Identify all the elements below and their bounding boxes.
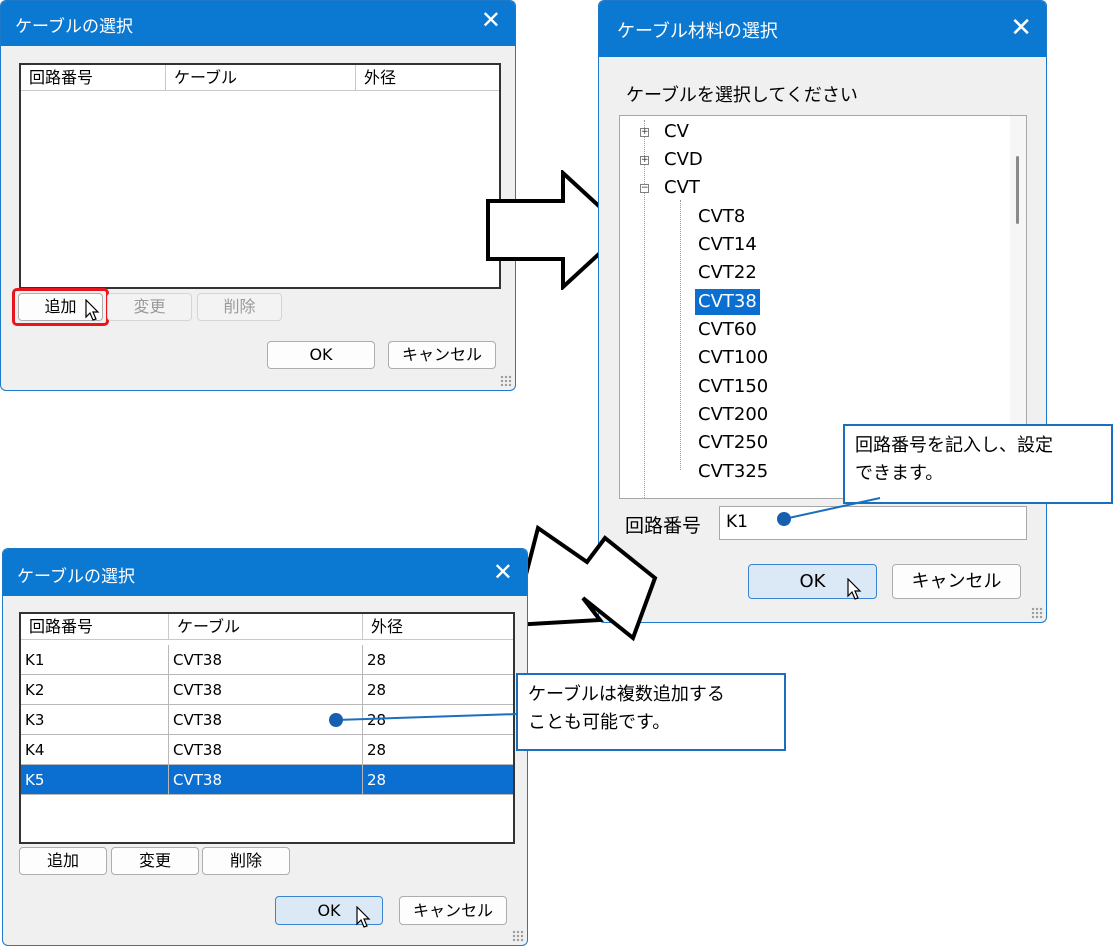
callout-line: ことも可能です。 xyxy=(528,712,671,733)
callout-line: 回路番号を記入し、設定 xyxy=(855,435,1053,456)
cell-diameter: 28 xyxy=(367,741,387,759)
tree-guide-line-children xyxy=(680,200,681,470)
tree-node-cvt250[interactable]: CVT250 xyxy=(698,430,768,456)
column-header-circuit[interactable]: 回路番号 xyxy=(21,614,169,640)
cell-cable: CVT38 xyxy=(169,675,363,705)
mouse-cursor-icon xyxy=(356,906,371,928)
cable-select-dialog-2: ケーブルの選択 ✕ 回路番号 ケーブル 外径 K1 CVT38 28 K2 CV… xyxy=(2,548,528,946)
scrollbar-thumb[interactable] xyxy=(1016,156,1019,224)
table-row[interactable]: K4 CVT38 28 xyxy=(21,735,513,765)
resize-grip[interactable] xyxy=(512,930,524,942)
cell-diameter: 28 xyxy=(367,771,387,789)
delete-button[interactable]: 削除 xyxy=(202,847,290,875)
dialog-title: ケーブル材料の選択 xyxy=(617,21,778,42)
cell-circuit: K3 xyxy=(21,705,169,735)
tree-node-cvt8[interactable]: CVT8 xyxy=(698,204,745,230)
add-button[interactable]: 追加 xyxy=(19,847,107,875)
cancel-button[interactable]: キャンセル xyxy=(388,341,496,369)
resize-grip[interactable] xyxy=(1031,607,1043,619)
tree-node-cvd[interactable]: CVD xyxy=(664,147,703,173)
close-icon[interactable]: ✕ xyxy=(1010,15,1032,41)
ok-button[interactable]: OK xyxy=(267,341,375,369)
mouse-cursor-icon xyxy=(847,578,862,600)
table-row-selected[interactable]: K5 CVT38 28 xyxy=(21,765,513,795)
tree-node-cvt14[interactable]: CVT14 xyxy=(698,232,757,258)
cell-circuit: K1 xyxy=(21,645,169,675)
cell-diameter: 28 xyxy=(367,681,387,699)
tree-node-cvt150[interactable]: CVT150 xyxy=(698,374,768,400)
tree-node-cvt200[interactable]: CVT200 xyxy=(698,402,768,428)
cell-circuit: K4 xyxy=(21,735,169,765)
cable-list[interactable]: 回路番号 ケーブル 外径 xyxy=(19,63,501,289)
column-header-circuit[interactable]: 回路番号 xyxy=(21,65,166,91)
column-header-diameter[interactable]: 外径 xyxy=(356,65,501,91)
cable-select-dialog-1: ケーブルの選択 ✕ 回路番号 ケーブル 外径 追加 変更 削除 OK キャンセル xyxy=(0,0,516,391)
callout-multiple-cables: ケーブルは複数追加する ことも可能です。 xyxy=(516,673,786,751)
table-row[interactable]: K1 CVT38 28 xyxy=(21,645,513,675)
dialog-title: ケーブルの選択 xyxy=(15,17,133,37)
title-bar: ケーブルの選択 ✕ xyxy=(1,1,515,46)
cell-circuit: K2 xyxy=(21,675,169,705)
title-bar: ケーブルの選択 ✕ xyxy=(3,549,527,596)
expand-icon[interactable]: + xyxy=(640,128,649,137)
tree-node-cvt22[interactable]: CVT22 xyxy=(698,260,757,286)
column-header-cable[interactable]: ケーブル xyxy=(166,65,356,91)
close-icon[interactable]: ✕ xyxy=(493,560,513,584)
change-button[interactable]: 変更 xyxy=(107,293,192,321)
cell-diameter: 28 xyxy=(367,651,387,669)
column-header-cable[interactable]: ケーブル xyxy=(169,614,363,640)
delete-button[interactable]: 削除 xyxy=(197,293,282,321)
list-header: 回路番号 ケーブル 外径 xyxy=(21,65,499,91)
callout-circuit-number: 回路番号を記入し、設定 できます。 xyxy=(843,424,1113,504)
table-row[interactable]: K2 CVT38 28 xyxy=(21,675,513,705)
tree-guide-line xyxy=(644,120,645,498)
change-button[interactable]: 変更 xyxy=(111,847,199,875)
cell-cable: CVT38 xyxy=(169,765,363,795)
cell-cable: CVT38 xyxy=(169,645,363,675)
list-header: 回路番号 ケーブル 外径 xyxy=(21,614,513,640)
close-icon[interactable]: ✕ xyxy=(481,8,501,32)
tree-node-cvt325[interactable]: CVT325 xyxy=(698,459,768,485)
prompt-label: ケーブルを選択してください xyxy=(626,85,858,106)
tree-node-cv[interactable]: CV xyxy=(664,119,689,145)
callout-connector xyxy=(777,497,881,526)
expand-icon[interactable]: + xyxy=(640,156,649,165)
cell-cable: CVT38 xyxy=(169,735,363,765)
callout-connector xyxy=(329,713,519,727)
column-header-diameter[interactable]: 外径 xyxy=(363,614,513,640)
cancel-button[interactable]: キャンセル xyxy=(892,564,1021,599)
title-bar: ケーブル材料の選択 ✕ xyxy=(599,1,1046,57)
dialog-title: ケーブルの選択 xyxy=(17,567,135,587)
cell-circuit: K5 xyxy=(21,765,169,795)
cancel-button[interactable]: キャンセル xyxy=(399,896,507,925)
callout-line: できます。 xyxy=(855,463,944,484)
mouse-cursor-icon xyxy=(85,299,100,321)
tree-node-cvt100[interactable]: CVT100 xyxy=(698,345,768,371)
tree-node-cvt[interactable]: CVT xyxy=(664,175,700,201)
collapse-icon[interactable]: − xyxy=(640,184,649,193)
tree-node-cvt60[interactable]: CVT60 xyxy=(698,317,757,343)
arrow-down-left-icon xyxy=(510,524,658,642)
tree-node-cvt38[interactable]: CVT38 xyxy=(695,289,760,315)
callout-line: ケーブルは複数追加する xyxy=(528,684,725,705)
resize-grip[interactable] xyxy=(500,375,512,387)
